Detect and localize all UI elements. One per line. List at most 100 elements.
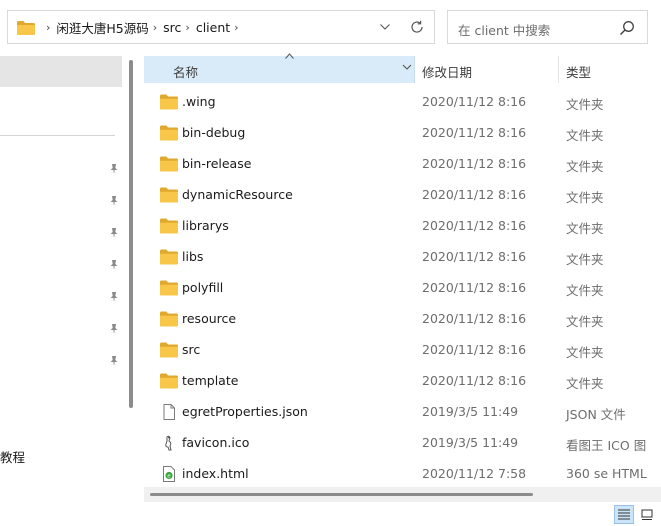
column-label: 修改日期 [422, 65, 473, 80]
file-type: 文件夹 [566, 128, 604, 143]
list-view-icon [618, 509, 630, 520]
navigation-pane: 教程 [0, 56, 124, 502]
file-name: index.html [182, 466, 249, 481]
file-type: 文件夹 [566, 159, 604, 174]
pin-icon[interactable] [108, 195, 120, 207]
breadcrumb-item[interactable]: client [196, 20, 230, 35]
breadcrumb-item[interactable]: 闲逛大唐H5源码 [56, 18, 148, 37]
folder-icon [160, 342, 178, 358]
folder-icon [17, 21, 35, 35]
breadcrumb: › 闲逛大唐H5源码 › src › client › [42, 11, 245, 43]
folder-icon [160, 156, 178, 172]
folder-icon [160, 373, 178, 389]
html-file-icon: e [160, 466, 178, 482]
search-input[interactable]: 在 client 中搜索 [458, 20, 550, 39]
file-date: 2020/11/12 8:16 [422, 311, 527, 326]
nav-selected-item[interactable] [0, 56, 122, 87]
file-type: 看图王 ICO 图 [566, 438, 647, 453]
file-row[interactable]: resource 2020/11/12 8:16 文件夹 [144, 304, 661, 335]
file-type: 文件夹 [566, 283, 604, 298]
file-row[interactable]: libs 2020/11/12 8:16 文件夹 [144, 242, 661, 273]
column-header-type[interactable]: 类型 [559, 56, 661, 83]
pin-icon[interactable] [108, 163, 120, 175]
pin-icon[interactable] [108, 355, 120, 367]
chevron-right-icon[interactable]: › [234, 21, 238, 34]
chevron-right-icon[interactable]: › [185, 21, 189, 34]
search-icon[interactable] [619, 20, 635, 36]
file-row[interactable]: .wing 2020/11/12 8:16 文件夹 [144, 87, 661, 118]
file-date: 2020/11/12 8:16 [422, 218, 527, 233]
file-name: egretProperties.json [182, 404, 308, 419]
file-name: template [182, 373, 239, 388]
file-date: 2019/3/5 11:49 [422, 404, 519, 419]
file-name: polyfill [182, 280, 224, 295]
chevron-down-icon[interactable] [402, 62, 412, 72]
refresh-icon[interactable] [408, 18, 426, 36]
column-label: 类型 [566, 65, 592, 80]
sort-ascending-icon [285, 52, 294, 62]
file-row[interactable]: favicon.ico 2019/3/5 11:49 看图王 ICO 图 [144, 428, 661, 459]
folder-icon [160, 125, 178, 141]
file-date: 2020/11/12 8:16 [422, 373, 527, 388]
file-date: 2020/11/12 8:16 [422, 156, 527, 171]
file-name: .wing [182, 94, 216, 109]
file-row[interactable]: template 2020/11/12 8:16 文件夹 [144, 366, 661, 397]
file-row[interactable]: bin-release 2020/11/12 8:16 文件夹 [144, 149, 661, 180]
file-type: 文件夹 [566, 314, 604, 329]
file-name: favicon.ico [182, 435, 250, 450]
file-type: 文件夹 [566, 345, 604, 360]
file-name: resource [182, 311, 237, 326]
chevron-right-icon[interactable]: › [46, 21, 50, 34]
pin-icon[interactable] [108, 323, 120, 335]
file-type: 文件夹 [566, 190, 604, 205]
status-bar [0, 502, 661, 526]
search-box[interactable]: 在 client 中搜索 [447, 10, 648, 44]
folder-icon [160, 187, 178, 203]
folder-icon [160, 280, 178, 296]
thumbnail-view-icon [641, 509, 653, 520]
file-date: 2020/11/12 8:16 [422, 187, 527, 202]
file-date: 2020/11/12 8:16 [422, 280, 527, 295]
file-type: 文件夹 [566, 376, 604, 391]
file-name: libs [182, 249, 204, 264]
nav-item-label[interactable]: 教程 [0, 447, 25, 466]
file-date: 2020/11/12 8:16 [422, 125, 527, 140]
file-row[interactable]: dynamicResource 2020/11/12 8:16 文件夹 [144, 180, 661, 211]
column-label: 名称 [173, 65, 199, 80]
file-row[interactable]: polyfill 2020/11/12 8:16 文件夹 [144, 273, 661, 304]
file-row[interactable]: bin-debug 2020/11/12 8:16 文件夹 [144, 118, 661, 149]
address-bar[interactable]: › 闲逛大唐H5源码 › src › client › [7, 10, 435, 44]
horizontal-scrollbar-thumb[interactable] [150, 493, 533, 496]
column-header-name[interactable]: 名称 [144, 53, 415, 83]
chevron-down-icon[interactable] [378, 19, 392, 35]
file-date: 2020/11/12 8:16 [422, 342, 527, 357]
file-row[interactable]: e index.html 2020/11/12 7:58 360 se HTML [144, 459, 661, 490]
file-row[interactable]: egretProperties.json 2019/3/5 11:49 JSON 文… [144, 397, 661, 428]
chevron-right-icon[interactable]: › [153, 21, 157, 34]
file-date: 2020/11/12 7:58 [422, 466, 527, 481]
column-header-date[interactable]: 修改日期 [415, 56, 559, 83]
pin-icon[interactable] [108, 259, 120, 271]
folder-icon [160, 311, 178, 327]
file-row[interactable]: librarys 2020/11/12 8:16 文件夹 [144, 211, 661, 242]
file-name: librarys [182, 218, 229, 233]
pin-icon[interactable] [108, 291, 120, 303]
file-name: bin-release [182, 156, 252, 171]
file-type: 文件夹 [566, 252, 604, 267]
file-name: dynamicResource [182, 187, 293, 202]
file-name: src [182, 342, 201, 357]
file-row[interactable]: src 2020/11/12 8:16 文件夹 [144, 335, 661, 366]
pin-icon[interactable] [108, 227, 120, 239]
nav-divider [0, 135, 115, 136]
file-type: JSON 文件 [566, 407, 626, 422]
nav-scrollbar[interactable] [129, 60, 133, 408]
large-icons-view-button[interactable] [637, 505, 657, 524]
file-type: 文件夹 [566, 221, 604, 236]
folder-icon [160, 94, 178, 110]
folder-icon [160, 218, 178, 234]
folder-icon [160, 249, 178, 265]
file-date: 2020/11/12 8:16 [422, 249, 527, 264]
details-view-button[interactable] [614, 505, 634, 524]
breadcrumb-item[interactable]: src [163, 20, 181, 35]
ico-file-icon [160, 435, 178, 451]
